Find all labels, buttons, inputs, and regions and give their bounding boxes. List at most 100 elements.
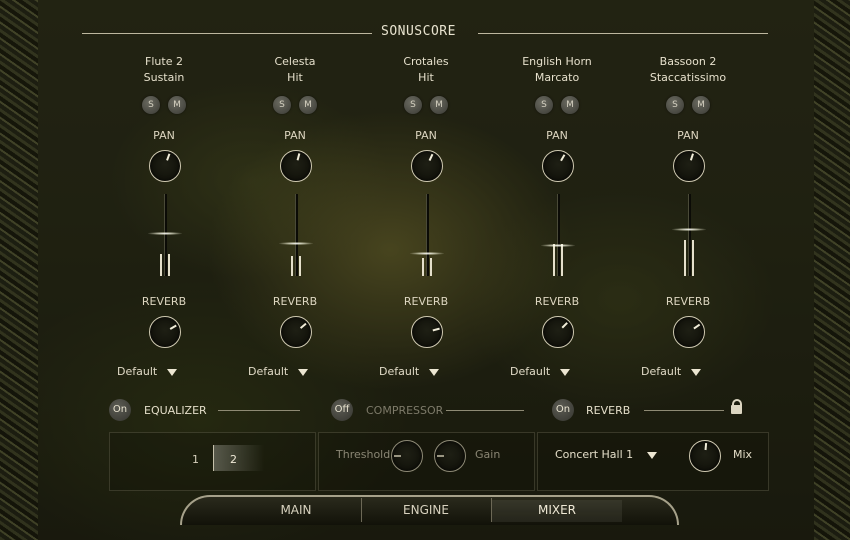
reverb-send-label: REVERB xyxy=(665,295,711,308)
solo-button[interactable]: S xyxy=(404,96,422,114)
volume-fader-handle[interactable] xyxy=(148,232,182,235)
reverb-preset-select[interactable]: Concert Hall 1 xyxy=(555,448,675,461)
preset-select[interactable]: Default xyxy=(117,365,212,378)
preset-select[interactable]: Default xyxy=(248,365,343,378)
reverb-panel xyxy=(537,432,769,491)
level-meter-right xyxy=(692,240,694,276)
sonuscore-logo: SONUSCORE xyxy=(381,24,456,39)
tab-mixer[interactable]: MIXER xyxy=(492,500,622,522)
volume-fader-handle[interactable] xyxy=(672,228,706,231)
pan-knob[interactable] xyxy=(673,150,705,182)
solo-button[interactable]: S xyxy=(142,96,160,114)
equalizer-label: EQUALIZER xyxy=(144,404,207,417)
reverb-mix-knob[interactable] xyxy=(689,440,721,472)
articulation-name: Sustain xyxy=(143,71,185,84)
reverb-send-knob[interactable] xyxy=(542,316,574,348)
reverb-send-knob[interactable] xyxy=(411,316,443,348)
reverb-toggle-button[interactable]: On xyxy=(552,399,574,421)
mute-button[interactable]: M xyxy=(299,96,317,114)
volume-fader-track[interactable] xyxy=(295,194,298,276)
reverb-send-label: REVERB xyxy=(534,295,580,308)
preset-value: Default xyxy=(641,365,682,378)
preset-value: Default xyxy=(379,365,420,378)
instrument-name: Bassoon 2 xyxy=(659,55,717,68)
solo-button[interactable]: S xyxy=(666,96,684,114)
compressor-toggle-button[interactable]: Off xyxy=(331,399,353,421)
tab-engine[interactable]: ENGINE xyxy=(362,500,490,522)
mute-button[interactable]: M xyxy=(561,96,579,114)
level-meter-left xyxy=(553,244,555,276)
reverb-section-label: REVERB xyxy=(586,404,631,417)
left-foliage-border xyxy=(0,0,38,540)
reverb-send-label: REVERB xyxy=(141,295,187,308)
level-meter-right xyxy=(168,254,170,276)
dropdown-arrow-icon xyxy=(429,368,440,376)
pan-knob[interactable] xyxy=(280,150,312,182)
reverb-preset-value: Concert Hall 1 xyxy=(555,448,634,461)
volume-fader-handle[interactable] xyxy=(541,244,575,247)
reverb-send-knob[interactable] xyxy=(673,316,705,348)
preset-value: Default xyxy=(117,365,158,378)
mix-label: Mix xyxy=(733,448,753,461)
level-meter-left xyxy=(291,256,293,276)
articulation-name: Marcato xyxy=(534,71,580,84)
reverb-send-knob[interactable] xyxy=(149,316,181,348)
instrument-name: English Horn xyxy=(522,55,592,68)
level-meter-right xyxy=(299,256,301,276)
gain-label: Gain xyxy=(475,448,501,461)
volume-fader-track[interactable] xyxy=(164,194,167,276)
mute-button[interactable]: M xyxy=(168,96,186,114)
dropdown-arrow-icon xyxy=(691,368,702,376)
preset-value: Default xyxy=(248,365,289,378)
articulation-name: Staccatissimo xyxy=(649,71,727,84)
preset-select[interactable]: Default xyxy=(379,365,474,378)
volume-fader-track[interactable] xyxy=(557,194,560,276)
instrument-name: Flute 2 xyxy=(145,55,183,68)
pan-knob[interactable] xyxy=(411,150,443,182)
dropdown-arrow-icon xyxy=(560,368,571,376)
threshold-label: Threshold xyxy=(336,448,391,461)
equalizer-toggle-button[interactable]: On xyxy=(109,399,131,421)
mute-button[interactable]: M xyxy=(692,96,710,114)
eq-band-1-button[interactable]: 1 xyxy=(192,453,199,466)
dropdown-arrow-icon xyxy=(298,368,309,376)
reverb-divider xyxy=(644,410,724,411)
articulation-name: Hit xyxy=(418,71,434,84)
eq-band-2-button[interactable]: 2 xyxy=(230,453,237,466)
equalizer-divider xyxy=(218,410,300,411)
preset-select[interactable]: Default xyxy=(510,365,605,378)
pan-knob[interactable] xyxy=(149,150,181,182)
solo-button[interactable]: S xyxy=(273,96,291,114)
pan-label: PAN xyxy=(153,129,175,142)
level-meter-left xyxy=(422,258,424,276)
level-meter-left xyxy=(684,240,686,276)
pan-knob[interactable] xyxy=(542,150,574,182)
preset-select[interactable]: Default xyxy=(641,365,736,378)
lock-icon[interactable] xyxy=(731,399,742,414)
reverb-send-knob[interactable] xyxy=(280,316,312,348)
threshold-knob[interactable] xyxy=(391,440,423,472)
volume-fader-handle[interactable] xyxy=(410,252,444,255)
volume-fader-handle[interactable] xyxy=(279,242,313,245)
volume-fader-track[interactable] xyxy=(688,194,691,276)
gain-knob[interactable] xyxy=(434,440,466,472)
pan-label: PAN xyxy=(284,129,306,142)
compressor-divider xyxy=(446,410,524,411)
compressor-panel xyxy=(318,432,535,491)
dropdown-arrow-icon xyxy=(647,451,658,459)
reverb-send-label: REVERB xyxy=(403,295,449,308)
volume-fader-track[interactable] xyxy=(426,194,429,276)
preset-value: Default xyxy=(510,365,551,378)
tab-main[interactable]: MAIN xyxy=(232,500,360,522)
compressor-label: COMPRESSOR xyxy=(366,404,444,417)
logo-rule-right xyxy=(478,33,768,34)
dropdown-arrow-icon xyxy=(167,368,178,376)
mute-button[interactable]: M xyxy=(430,96,448,114)
articulation-name: Hit xyxy=(287,71,303,84)
solo-button[interactable]: S xyxy=(535,96,553,114)
instrument-name: Crotales xyxy=(403,55,449,68)
reverb-send-label: REVERB xyxy=(272,295,318,308)
logo-rule-left xyxy=(82,33,372,34)
right-foliage-border xyxy=(814,0,850,540)
pan-label: PAN xyxy=(415,129,437,142)
